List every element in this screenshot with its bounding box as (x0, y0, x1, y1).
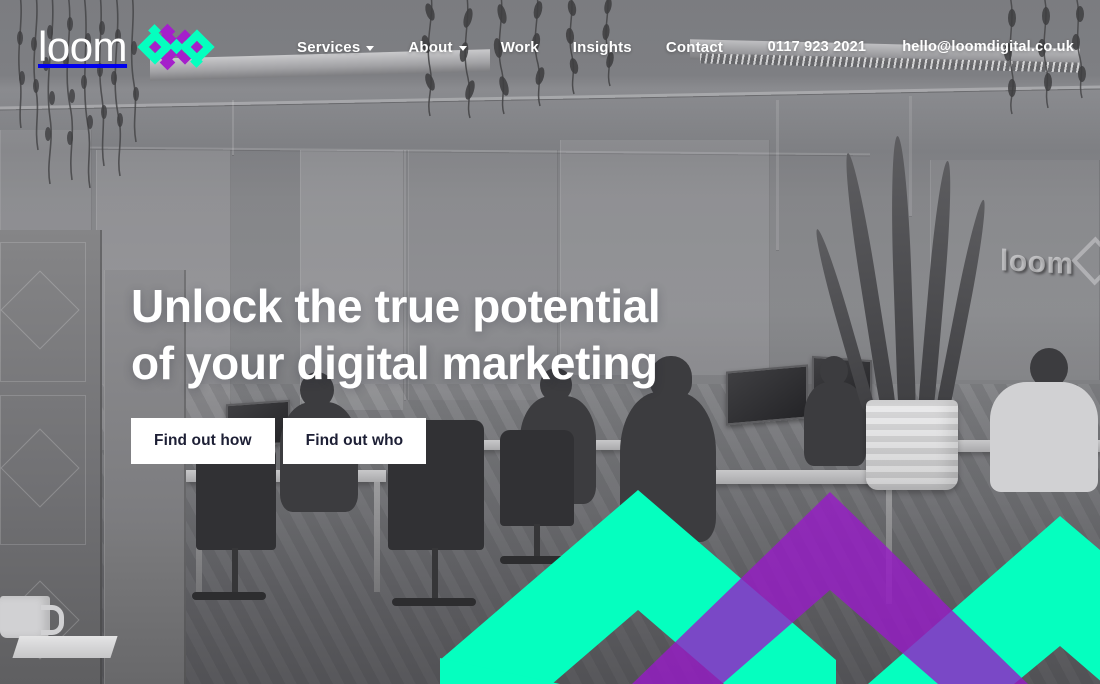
nav-item-label: Contact (665, 38, 724, 56)
desk-leg (886, 484, 892, 604)
hero-section: Unlock the true potential of your digita… (131, 278, 661, 465)
nav-item-insights[interactable]: Insights (573, 39, 632, 56)
find-out-who-button[interactable]: Find out who (282, 418, 427, 465)
nav-item-label: About (408, 38, 453, 56)
hero-title-line-1: Unlock the true potential (131, 280, 661, 332)
brand-logo-link[interactable]: loom (38, 20, 219, 74)
office-chair (500, 556, 566, 564)
office-chair (392, 598, 476, 606)
header-contact-group: 0117 923 2021 hello@loomdigital.co.uk (768, 39, 1074, 55)
hero-page: loom loom Services About Work Insights C… (0, 0, 1100, 684)
paper-stack (12, 636, 118, 658)
nav-item-label: Work (500, 38, 539, 56)
office-chair (534, 524, 540, 558)
chevron-down-icon (366, 45, 375, 51)
person-silhouette (990, 382, 1098, 492)
ceiling-pipe (776, 100, 779, 250)
person-silhouette (804, 382, 866, 466)
coffee-mug (0, 596, 64, 638)
nav-item-work[interactable]: Work (501, 39, 539, 56)
office-chair (432, 548, 438, 600)
plant-pot-texture (866, 400, 958, 490)
main-navigation: Services About Work Insights Contact (297, 39, 723, 56)
plant-pot (866, 400, 958, 490)
nav-item-label: Services (297, 38, 361, 56)
nav-item-about[interactable]: About (408, 38, 467, 56)
page-title: Unlock the true potential of your digita… (131, 278, 661, 392)
nav-item-services[interactable]: Services (297, 38, 375, 56)
hero-title-line-2: of your digital marketing (131, 337, 658, 390)
loom-diamond-logo-icon (137, 23, 215, 71)
office-chair (192, 592, 266, 600)
office-chair (232, 548, 238, 594)
site-header: loom Services About Work Insights Contac… (0, 0, 1100, 94)
desk-leg (374, 482, 380, 592)
computer-monitor (726, 364, 808, 426)
ceiling-pipe (909, 96, 912, 216)
nav-item-label: Insights (572, 38, 632, 56)
chevron-down-icon (458, 45, 467, 51)
header-phone-link[interactable]: 0117 923 2021 (768, 39, 867, 55)
brand-wordmark: loom (38, 23, 128, 70)
wall-sign-text: loom (1000, 244, 1074, 281)
header-email-link[interactable]: hello@loomdigital.co.uk (902, 39, 1074, 55)
find-out-how-button[interactable]: Find out how (131, 418, 275, 465)
hero-cta-group: Find out how Find out who (131, 418, 660, 465)
nav-item-contact[interactable]: Contact (666, 39, 723, 56)
